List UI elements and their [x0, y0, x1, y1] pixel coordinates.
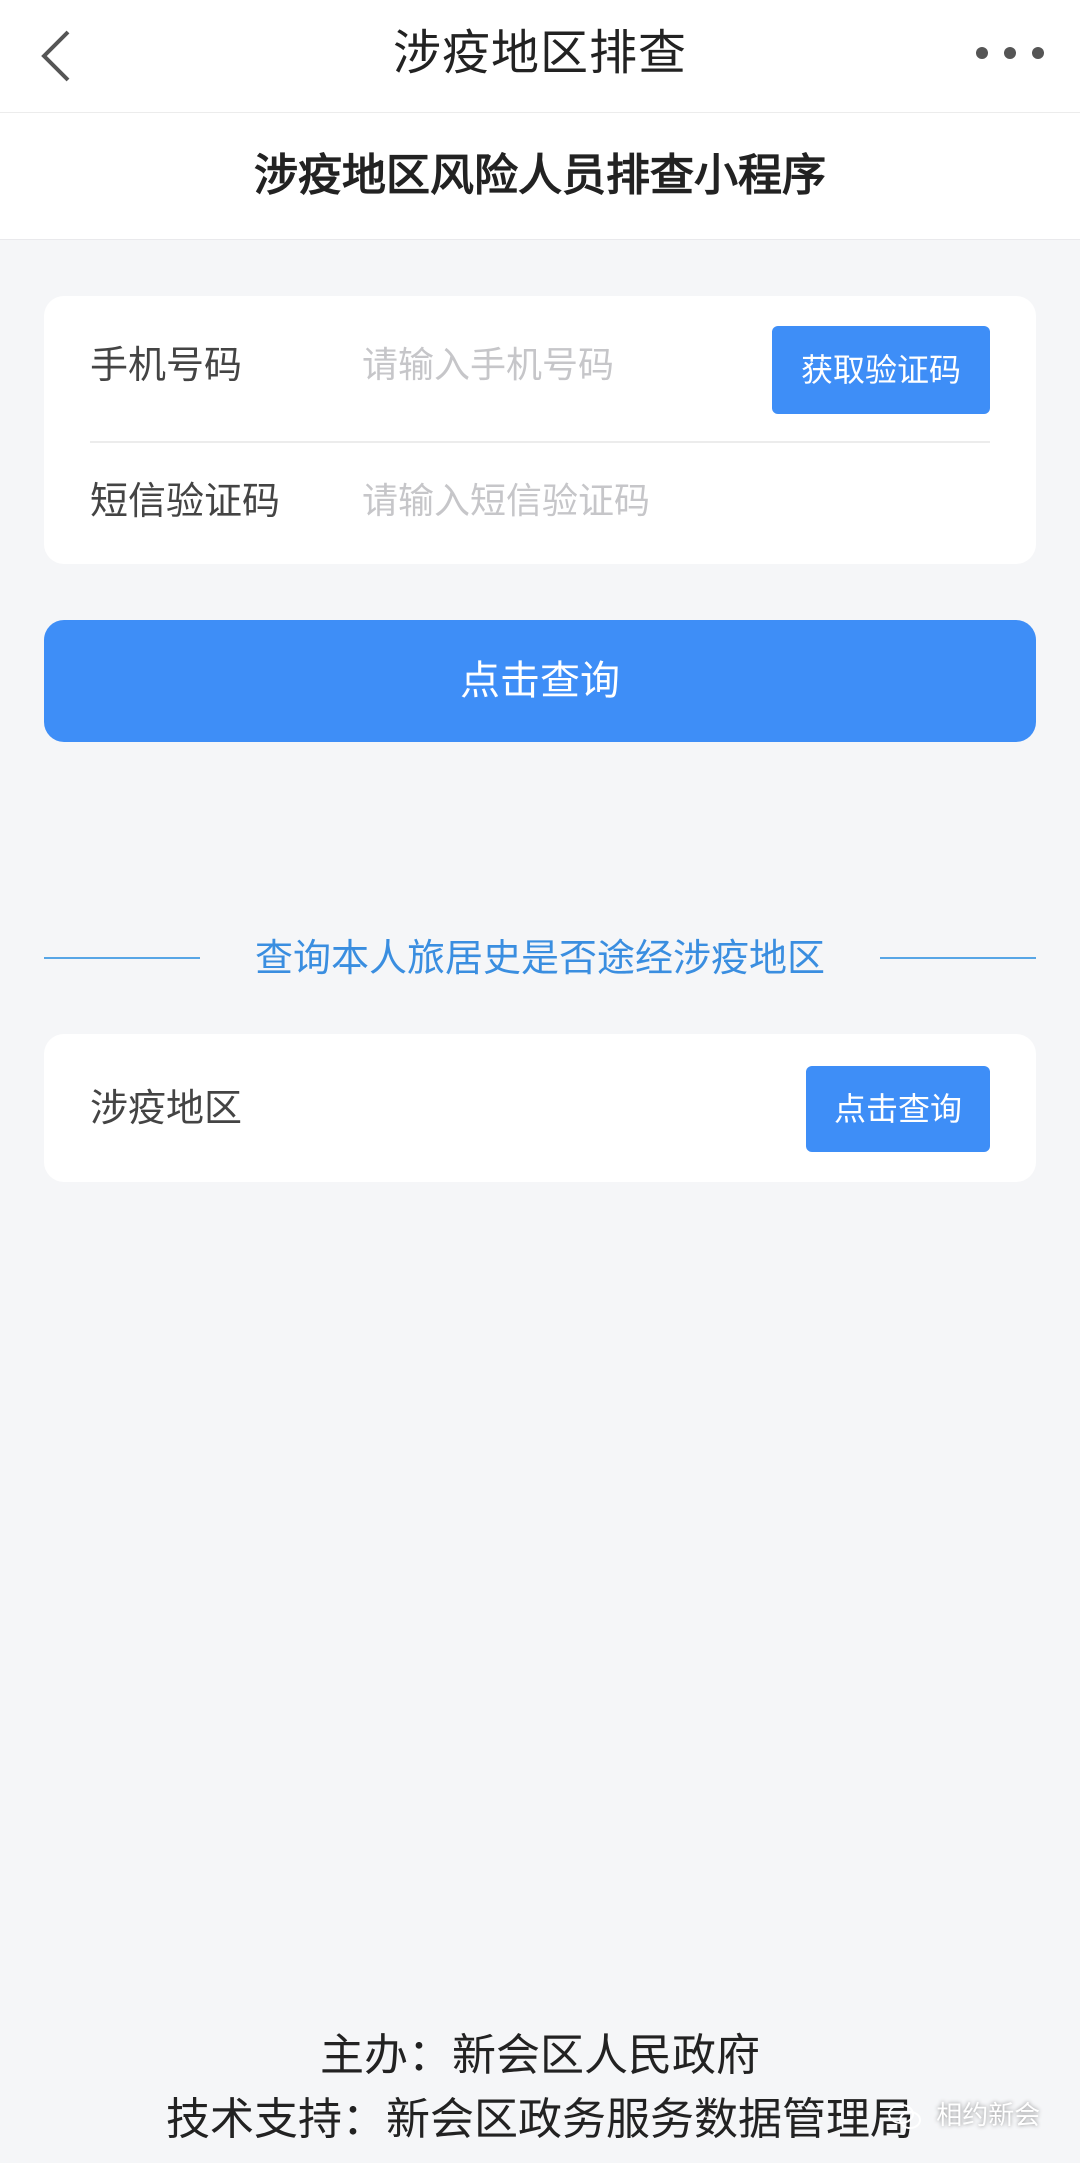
area-query-button[interactable]: 点击查询	[806, 1066, 990, 1152]
area-label: 涉疫地区	[90, 1086, 243, 1130]
phone-label: 手机号码	[90, 343, 243, 387]
divider	[90, 441, 990, 443]
area-card: 涉疫地区 点击查询	[44, 1034, 1036, 1182]
footer-organizer: 主办：新会区人民政府	[320, 2030, 760, 2081]
mini-program-title: 涉疫地区风险人员排查小程序	[254, 150, 826, 201]
subheader: 涉疫地区风险人员排查小程序	[0, 113, 1080, 240]
login-card: 手机号码 获取验证码 短信验证码	[44, 296, 1036, 564]
watermark-text: 相约新会	[936, 2101, 1041, 2131]
section-line-right	[880, 957, 1036, 959]
wechat-icon	[888, 2103, 921, 2129]
sms-label: 短信验证码	[90, 479, 281, 523]
more-button[interactable]	[972, 36, 1048, 70]
navbar: 涉疫地区排查	[0, 0, 1080, 113]
query-button[interactable]: 点击查询	[44, 620, 1036, 742]
page-title: 涉疫地区排查	[392, 25, 687, 81]
sms-code-input[interactable]	[362, 476, 982, 526]
more-dots-icon	[976, 47, 1044, 59]
watermark: 相约新会	[888, 2096, 1040, 2136]
phone-input[interactable]	[362, 340, 782, 390]
get-code-button[interactable]: 获取验证码	[772, 326, 990, 414]
